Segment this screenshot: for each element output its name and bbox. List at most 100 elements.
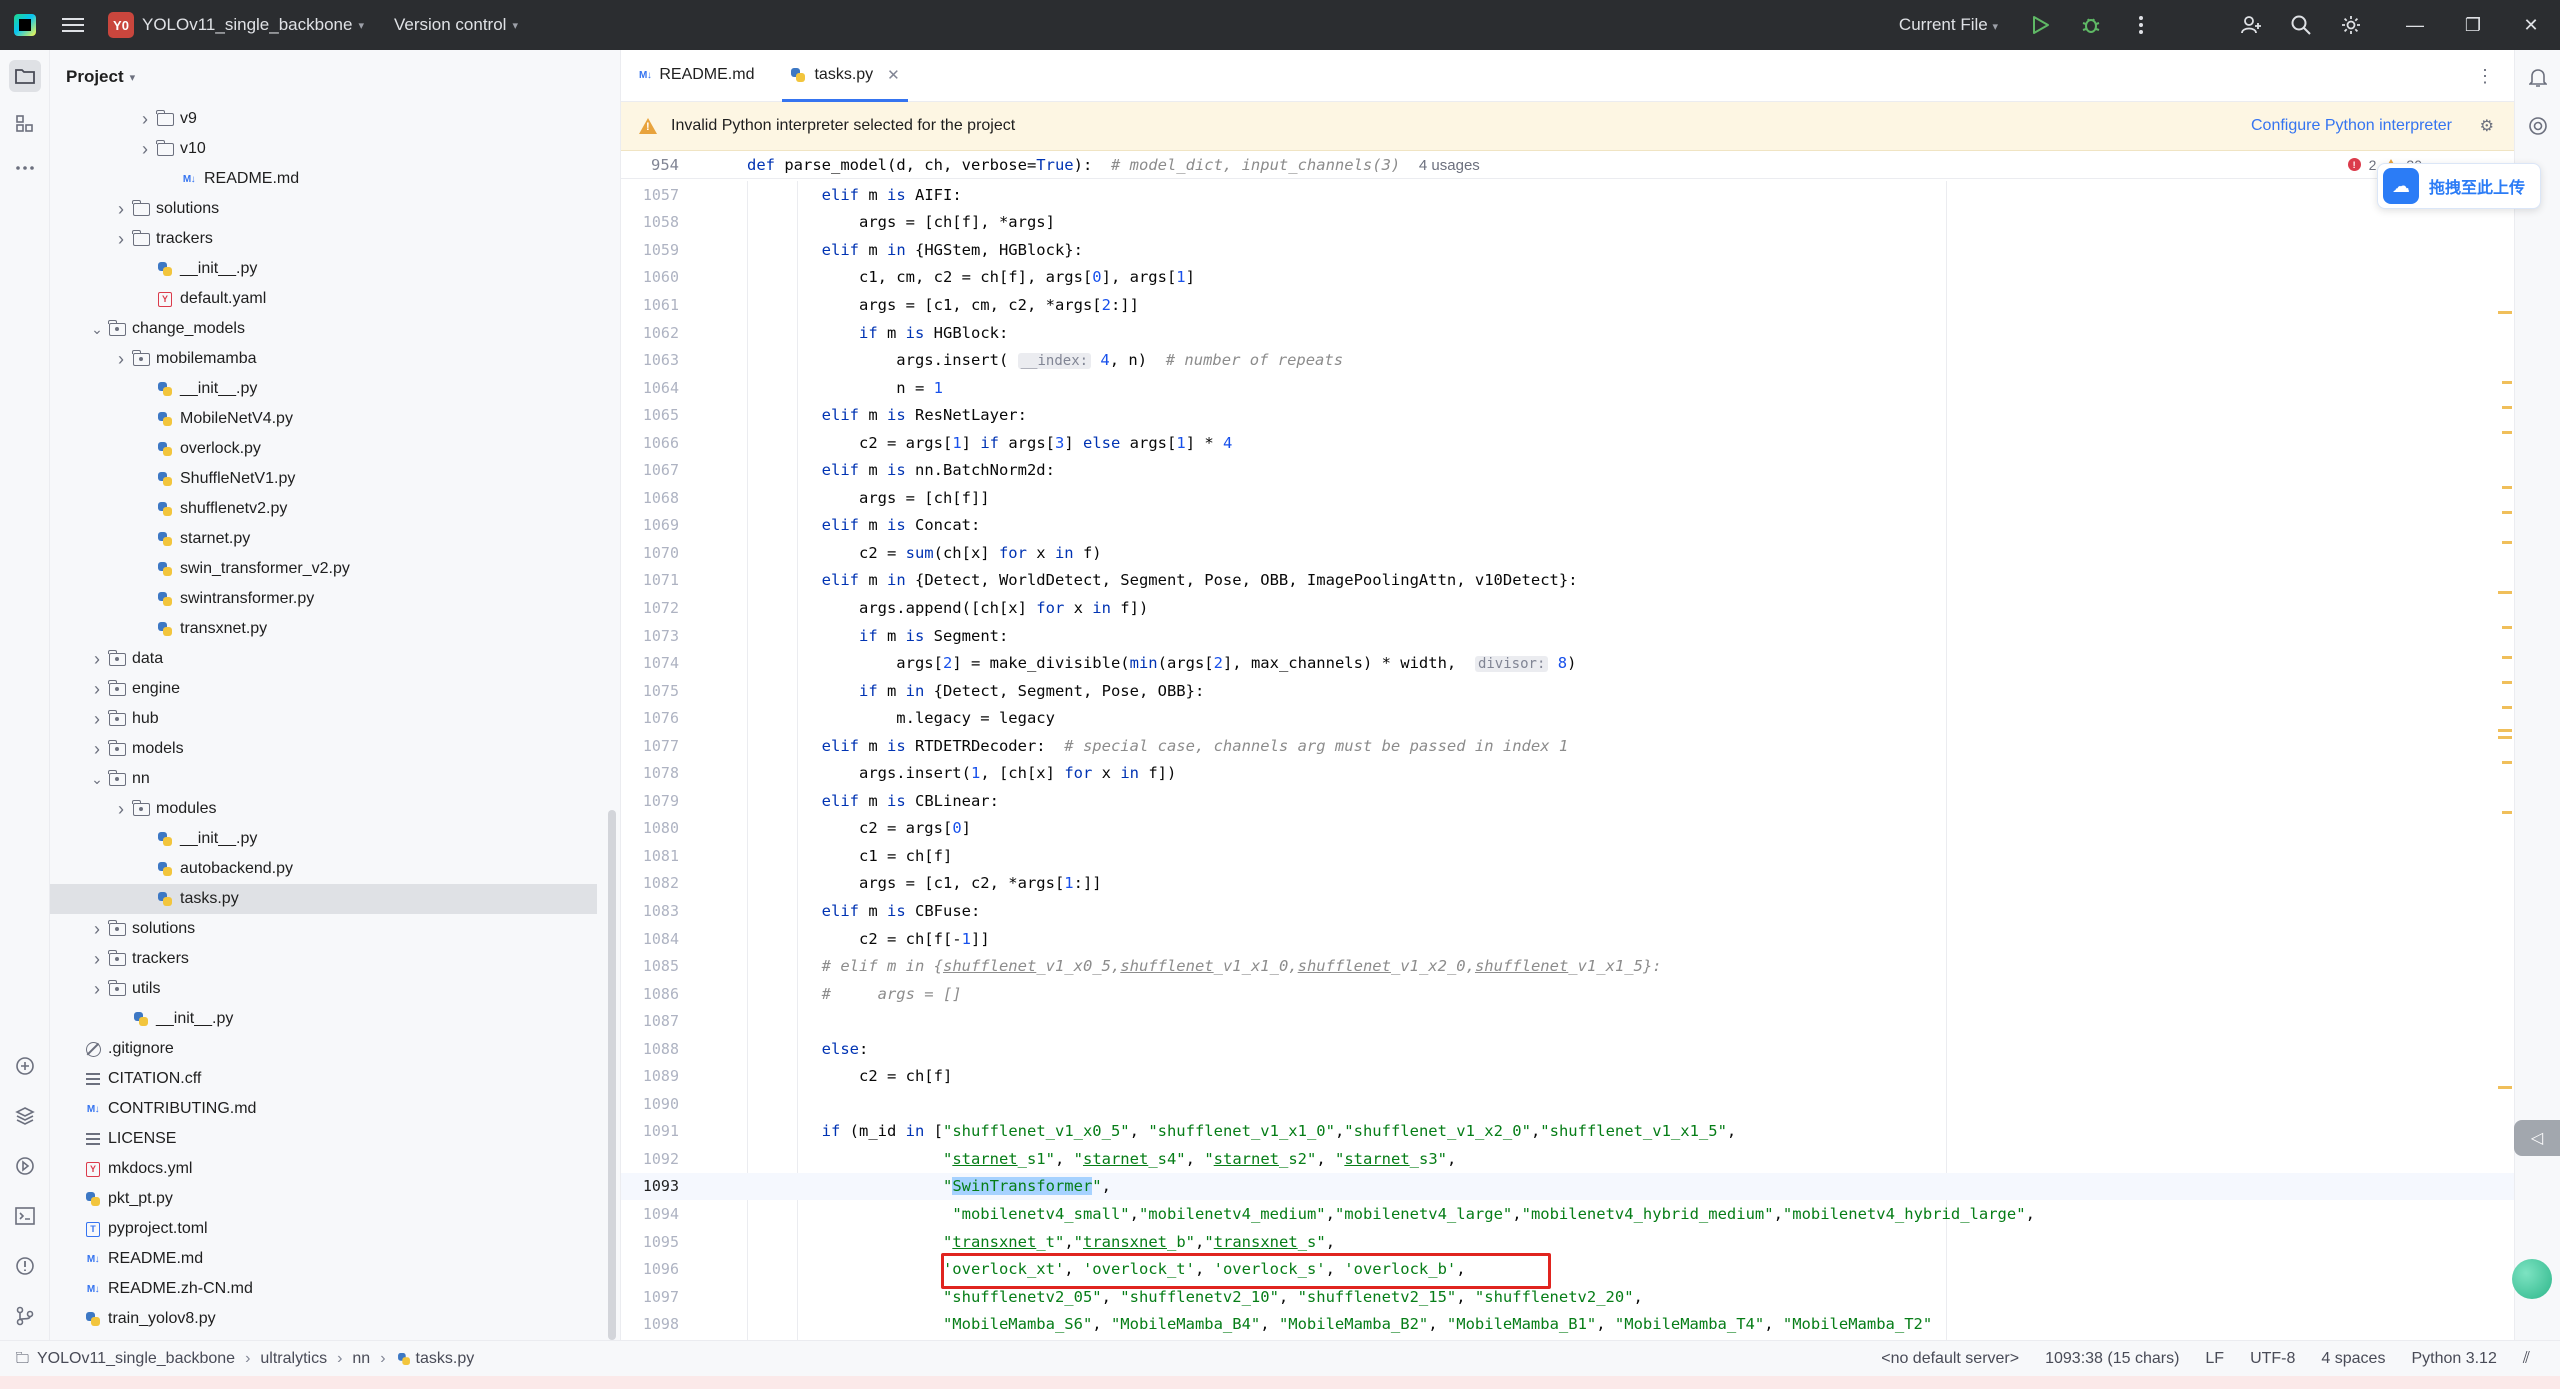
tree-item[interactable]: MobileNetV4.py [50,404,597,434]
upload-drop-widget[interactable]: ☁ 拖拽至此上传 [2377,163,2541,209]
code-line[interactable]: 1066 c2 = args[1] if args[3] else args[1… [621,429,2514,457]
code-area[interactable]: 1057 elif m is AIFI: 1058 args = [ch[f], … [621,181,2514,1340]
tree-item[interactable]: .gitignore [50,1034,597,1064]
ai-assistant-icon[interactable] [2522,110,2554,142]
tree-item[interactable]: › trackers [50,224,597,254]
tab-options-icon[interactable]: ⋮ [2476,66,2494,87]
tree-item[interactable]: › engine [50,674,597,704]
tree-item[interactable]: › v10 [50,134,597,164]
warning-marker[interactable] [2502,511,2512,514]
tree-item[interactable]: LICENSE [50,1124,597,1154]
code-line[interactable]: 1058 args = [ch[f], *args] [621,209,2514,237]
tree-item[interactable]: Ydefault.yaml [50,284,597,314]
line-number[interactable]: 1095 [621,1233,679,1251]
code-line[interactable]: 1062 if m is HGBlock: [621,319,2514,347]
chevron-right-icon[interactable]: › [90,979,104,1000]
code-line[interactable]: 1077 elif m is RTDETRDecoder: # special … [621,732,2514,760]
tab-readme[interactable]: M↓ README.md [621,49,772,101]
code-line[interactable]: 1060 c1, cm, c2 = ch[f], args[0], args[1… [621,264,2514,292]
collapse-side-panel-button[interactable]: ◁ [2514,1120,2560,1156]
main-menu-icon[interactable] [62,18,84,32]
tree-item[interactable]: overlock.py [50,434,597,464]
line-number[interactable]: 1091 [621,1122,679,1140]
tree-item[interactable]: shufflenetv2.py [50,494,597,524]
code-line[interactable]: 1084 c2 = ch[f[-1]] [621,925,2514,953]
line-number[interactable]: 1069 [621,516,679,534]
file-encoding[interactable]: UTF-8 [2250,1350,2295,1368]
line-number[interactable]: 1070 [621,544,679,562]
tree-item[interactable]: ⌄ change_models [50,314,597,344]
warning-marker[interactable] [2498,729,2512,732]
tree-item[interactable]: › v9 [50,104,597,134]
python-interpreter[interactable]: Python 3.12 [2411,1350,2496,1368]
warning-marker[interactable] [2502,761,2512,764]
line-number[interactable]: 1066 [621,434,679,452]
tree-item[interactable]: M↓ README.zh-CN.md [50,1274,597,1304]
code-line[interactable]: 1073 if m is Segment: [621,622,2514,650]
code-line[interactable]: 1057 elif m is AIFI: [621,181,2514,209]
tree-item[interactable]: __init__.py [50,1004,597,1034]
code-line[interactable]: 1089 c2 = ch[f] [621,1063,2514,1091]
tree-item[interactable]: train_yolov8.py [50,1304,597,1334]
code-line[interactable]: 1069 elif m is Concat: [621,512,2514,540]
code-line[interactable]: 1079 elif m is CBLinear: [621,787,2514,815]
version-control-menu[interactable]: Version control [394,15,506,35]
code-line[interactable]: 1076 m.legacy = legacy [621,704,2514,732]
line-number[interactable]: 1078 [621,764,679,782]
code-line[interactable]: 1085 # elif m in {shufflenet_v1_x0_5,shu… [621,952,2514,980]
code-line[interactable]: 1094 "mobilenetv4_small","mobilenetv4_me… [621,1200,2514,1228]
project-panel-header[interactable]: Project ▾ [50,50,620,104]
configure-interpreter-link[interactable]: Configure Python interpreter [2251,117,2452,135]
code-line[interactable]: 1059 elif m in {HGStem, HGBlock}: [621,236,2514,264]
line-number[interactable]: 1090 [621,1095,679,1113]
code-line[interactable]: 1065 elif m is ResNetLayer: [621,401,2514,429]
tree-item[interactable]: › solutions [50,194,597,224]
line-number[interactable]: 1085 [621,957,679,975]
code-line[interactable]: 1090 [621,1090,2514,1118]
tree-item[interactable]: pkt_pt.py [50,1184,597,1214]
line-number[interactable]: 1096 [621,1260,679,1278]
layers-icon[interactable] [9,1100,41,1132]
line-number[interactable]: 1065 [621,406,679,424]
chevron-right-icon[interactable]: › [90,949,104,970]
chevron-down-icon[interactable]: ⌄ [90,321,104,338]
close-tab-icon[interactable]: ✕ [887,66,900,84]
project-folder-icon[interactable] [9,60,41,92]
tree-item[interactable]: › data [50,644,597,674]
notifications-bell-icon[interactable] [2522,62,2554,94]
add-user-icon[interactable] [2226,0,2276,50]
line-number[interactable]: 1093 [621,1177,679,1195]
line-number[interactable]: 1067 [621,461,679,479]
settings-gear-icon[interactable] [2326,0,2376,50]
line-number[interactable]: 1088 [621,1040,679,1058]
warning-marker[interactable] [2502,486,2512,489]
line-number[interactable]: 1064 [621,379,679,397]
line-number[interactable]: 1086 [621,985,679,1003]
tree-item[interactable]: M↓ README.md [50,164,597,194]
tree-item[interactable]: CITATION.cff [50,1064,597,1094]
warning-marker[interactable] [2502,431,2512,434]
pycharm-logo-icon[interactable] [14,14,36,36]
tree-item[interactable]: autobackend.py [50,854,597,884]
restore-window-button[interactable]: ❐ [2444,0,2502,50]
warning-marker[interactable] [2498,591,2512,594]
chevron-down-icon[interactable]: ▾ [512,19,518,32]
code-line[interactable]: 1075 if m in {Detect, Segment, Pose, OBB… [621,677,2514,705]
chevron-right-icon[interactable]: › [114,199,128,220]
debug-icon[interactable] [2066,0,2116,50]
terminal-icon[interactable] [9,1200,41,1232]
warning-marker[interactable] [2498,736,2512,739]
chevron-right-icon[interactable]: › [90,679,104,700]
breadcrumb-folder[interactable]: nn [352,1350,370,1368]
tree-item[interactable]: Tpyproject.toml [50,1214,597,1244]
warning-marker[interactable] [2502,381,2512,384]
code-line[interactable]: 1091 if (m_id in ["shufflenet_v1_x0_5", … [621,1118,2514,1146]
chevron-down-icon[interactable]: ⌄ [90,771,104,788]
line-number[interactable]: 1073 [621,627,679,645]
chevron-right-icon[interactable]: › [114,799,128,820]
code-line[interactable]: 1081 c1 = ch[f] [621,842,2514,870]
chevron-right-icon[interactable]: › [138,109,152,130]
code-line[interactable]: 1083 elif m is CBFuse: [621,897,2514,925]
breadcrumb-file[interactable]: tasks.py [416,1350,475,1368]
chevron-right-icon[interactable]: › [90,919,104,940]
